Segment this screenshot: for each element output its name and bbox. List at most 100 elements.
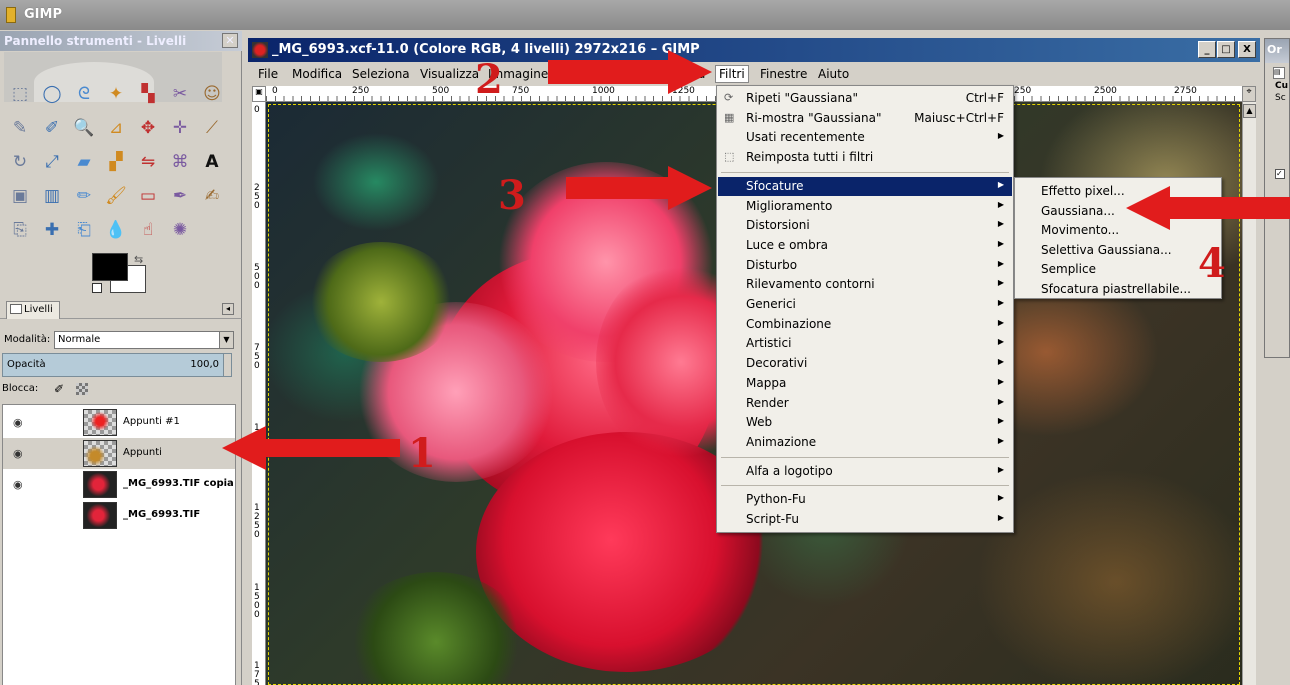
filters-item-rilevamento-contorni[interactable]: Rilevamento contorni ▶: [718, 275, 1012, 294]
filters-item-web[interactable]: Web ▶: [718, 413, 1012, 432]
layer-row[interactable]: _MG_6993.TIF: [3, 500, 235, 531]
blur-submenu: Effetto pixel... Gaussiana... Movimento...…: [1014, 177, 1222, 299]
reset-colors-icon[interactable]: [92, 283, 102, 293]
zoom-tool-icon[interactable]: 🔍: [72, 116, 96, 140]
airbrush-tool-icon[interactable]: ✒: [168, 184, 192, 208]
menu-seleziona[interactable]: Seleziona: [352, 67, 410, 81]
blur-item-gaussiana[interactable]: Gaussiana...: [1041, 204, 1115, 218]
layer-row[interactable]: ◉ Appunti: [3, 438, 235, 469]
layers-menu-icon[interactable]: ◂: [222, 303, 234, 315]
swap-colors-icon[interactable]: ⇆: [134, 253, 143, 266]
quick-mask-toggle[interactable]: ▣: [252, 86, 266, 102]
pencil-tool-icon[interactable]: ✏: [72, 184, 96, 208]
menu-modifica[interactable]: Modifica: [292, 67, 342, 81]
color-picker-tool-icon[interactable]: ✐: [40, 116, 64, 140]
filters-item-ripeti-gaussiana[interactable]: ⟳ Ripeti "Gaussiana" Ctrl+F: [718, 89, 1012, 108]
blur-item-selettiva-gaussiana[interactable]: Selettiva Gaussiana...: [1041, 243, 1172, 257]
free-select-tool-icon[interactable]: ᘓ: [72, 82, 96, 106]
opacity-slider[interactable]: Opacità 100,0: [2, 353, 232, 377]
flip-tool-icon[interactable]: ⇋: [136, 150, 160, 174]
crop-tool-icon[interactable]: ⟋: [200, 116, 224, 140]
blend-tool-icon[interactable]: ▥: [40, 184, 64, 208]
dodge-burn-tool-icon[interactable]: ✺: [168, 218, 192, 242]
menu-finestre[interactable]: Finestre: [760, 67, 807, 81]
filters-item-ri-mostra-gaussiana[interactable]: ▦ Ri-mostra "Gaussiana" Maiusc+Ctrl+F: [718, 109, 1012, 128]
ink-tool-icon[interactable]: ✍: [200, 184, 224, 208]
perspective-clone-tool-icon[interactable]: ⎗: [72, 218, 96, 242]
move-tool-icon[interactable]: ✥: [136, 116, 160, 140]
filters-item-animazione[interactable]: Animazione ▶: [718, 433, 1012, 452]
align-tool-icon[interactable]: ✛: [168, 116, 192, 140]
dock-checkbox[interactable]: ✓: [1275, 169, 1285, 179]
menu-visualizza[interactable]: Visualizza: [420, 67, 479, 81]
minimize-button[interactable]: _: [1198, 41, 1216, 58]
color-select-tool-icon[interactable]: ▚: [136, 82, 160, 106]
ellipse-select-tool-icon[interactable]: ◯: [40, 82, 64, 106]
filters-item-render[interactable]: Render ▶: [718, 394, 1012, 413]
layer-row[interactable]: ◉ _MG_6993.TIF copia: [3, 469, 235, 500]
blur-item-effetto-pixel[interactable]: Effetto pixel...: [1041, 184, 1125, 198]
perspective-tool-icon[interactable]: ▞: [104, 150, 128, 174]
close-button[interactable]: X: [1238, 41, 1256, 58]
menu-filtri[interactable]: Filtri: [715, 65, 749, 83]
filters-item-usati-recentemente[interactable]: Usati recentemente ▶: [718, 128, 1012, 147]
foreground-color[interactable]: [92, 253, 128, 281]
rotate-tool-icon[interactable]: ↻: [8, 150, 32, 174]
filters-item-sfocature[interactable]: Sfocature ▶: [718, 176, 1012, 196]
filters-item-generici[interactable]: Generici ▶: [718, 295, 1012, 314]
toolbox-close-button[interactable]: ✕: [222, 33, 238, 48]
opacity-label: Opacità: [7, 359, 46, 370]
filters-item-python-fu[interactable]: Python-Fu ▶: [718, 490, 1012, 509]
filters-item-distorsioni[interactable]: Distorsioni ▶: [718, 216, 1012, 235]
filters-item-script-fu[interactable]: Script-Fu ▶: [718, 510, 1012, 529]
blur-item-movimento[interactable]: Movimento...: [1041, 223, 1119, 237]
lock-alpha-icon[interactable]: [76, 383, 88, 395]
mode-select[interactable]: Normale ▼: [54, 331, 234, 349]
measure-tool-icon[interactable]: ⊿: [104, 116, 128, 140]
smudge-tool-icon[interactable]: ☝: [136, 218, 160, 242]
filters-item-miglioramento[interactable]: Miglioramento ▶: [718, 197, 1012, 216]
tab-layers[interactable]: Livelli: [6, 301, 60, 319]
opacity-spinner[interactable]: [223, 354, 231, 376]
blur-sharpen-tool-icon[interactable]: 💧: [104, 218, 128, 242]
filters-item-decorativi[interactable]: Decorativi ▶: [718, 354, 1012, 373]
filters-item-artistici[interactable]: Artistici ▶: [718, 334, 1012, 353]
layer-row[interactable]: ◉ Appunti #1: [3, 407, 235, 438]
scroll-up-icon[interactable]: ▲: [1243, 104, 1256, 118]
filters-item-mappa[interactable]: Mappa ▶: [718, 374, 1012, 393]
eraser-tool-icon[interactable]: ▭: [136, 184, 160, 208]
scale-tool-icon[interactable]: ⤢: [40, 150, 64, 174]
filter-icon: ⬚: [724, 150, 735, 164]
eye-icon[interactable]: ◉: [13, 416, 23, 429]
layer-name: Appunti #1: [123, 416, 180, 427]
heal-tool-icon[interactable]: ✚: [40, 218, 64, 242]
filters-item-combinazione[interactable]: Combinazione ▶: [718, 315, 1012, 334]
filters-item-disturbo[interactable]: Disturbo ▶: [718, 256, 1012, 275]
foreground-select-tool-icon[interactable]: ☺: [200, 82, 224, 106]
vertical-scrollbar[interactable]: ▲: [1242, 102, 1256, 685]
bucket-fill-tool-icon[interactable]: ▣: [8, 184, 32, 208]
rect-select-tool-icon[interactable]: ⬚: [8, 82, 32, 106]
fuzzy-select-tool-icon[interactable]: ✦: [104, 82, 128, 106]
lock-pixels-icon[interactable]: ✐: [54, 382, 64, 396]
paintbrush-tool-icon[interactable]: 🖌: [104, 184, 128, 208]
menu-file[interactable]: File: [258, 67, 278, 81]
cage-tool-icon[interactable]: ⌘: [168, 150, 192, 174]
menu-aiuto[interactable]: Aiuto: [818, 67, 849, 81]
dock-icon[interactable]: ▤: [1273, 67, 1285, 79]
eye-icon[interactable]: ◉: [13, 447, 23, 460]
blur-item-semplice[interactable]: Semplice: [1041, 262, 1096, 276]
clone-tool-icon[interactable]: ⎘: [8, 218, 32, 242]
paths-tool-icon[interactable]: ✎: [8, 116, 32, 140]
menu-item-label: Alfa a logotipo: [746, 463, 833, 478]
filters-item-reimposta-tutti-i-filtri[interactable]: ⬚ Reimposta tutti i filtri: [718, 148, 1012, 167]
shear-tool-icon[interactable]: ▰: [72, 150, 96, 174]
blur-item-sfocatura-piastrellabile[interactable]: Sfocatura piastrellabile...: [1041, 282, 1191, 296]
navigate-icon[interactable]: ⌖: [1242, 86, 1256, 102]
scissors-tool-icon[interactable]: ✂: [168, 82, 192, 106]
maximize-button[interactable]: □: [1217, 41, 1235, 58]
eye-icon[interactable]: ◉: [13, 478, 23, 491]
text-tool-icon[interactable]: A: [200, 150, 224, 174]
filters-item-luce-e-ombra[interactable]: Luce e ombra ▶: [718, 236, 1012, 255]
filters-item-alfa-a-logotipo[interactable]: Alfa a logotipo ▶: [718, 462, 1012, 481]
